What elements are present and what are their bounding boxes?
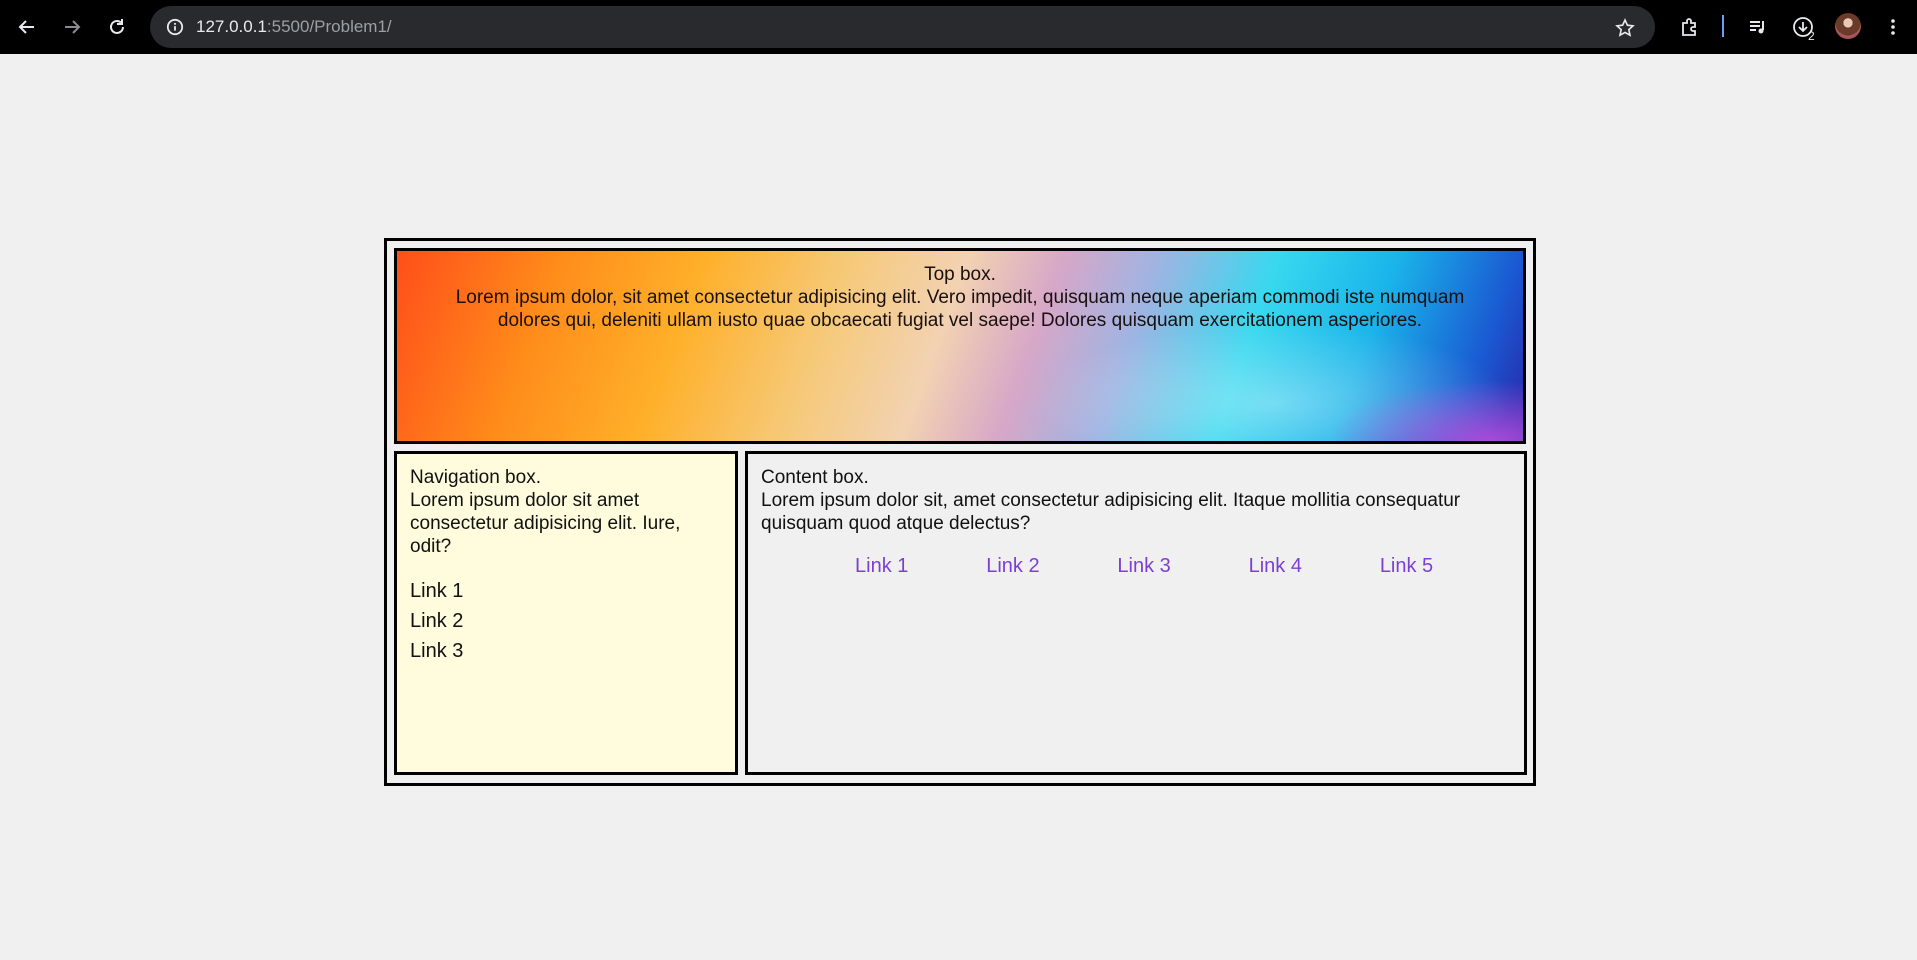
content-link-5[interactable]: Link 5 xyxy=(1380,555,1433,577)
url-text[interactable]: 127.0.0.1:5500/Problem1/ xyxy=(196,18,392,36)
nav-link-item: Link 3 xyxy=(410,636,722,666)
site-info-icon[interactable] xyxy=(162,14,188,40)
browser-toolbar: 127.0.0.1:5500/Problem1/ 2 xyxy=(0,0,1917,54)
more-menu-icon[interactable] xyxy=(1878,12,1908,42)
content-link-item: Link 2 xyxy=(986,553,1117,579)
top-box-title: Top box. xyxy=(924,264,996,285)
downloads-count-badge: 2 xyxy=(1808,29,1815,43)
content-link-3[interactable]: Link 3 xyxy=(1117,555,1170,577)
nav-link-1[interactable]: Link 1 xyxy=(410,580,463,602)
nav-link-2[interactable]: Link 2 xyxy=(410,610,463,632)
content-box-title: Content box. xyxy=(761,467,869,488)
nav-box-text: Lorem ipsum dolor sit amet consectetur a… xyxy=(410,490,681,557)
profile-avatar[interactable] xyxy=(1835,13,1861,39)
content-link-2[interactable]: Link 2 xyxy=(986,555,1039,577)
toolbar-divider xyxy=(1722,15,1724,37)
content-link-item: Link 5 xyxy=(1380,553,1511,579)
content-box-text: Lorem ipsum dolor sit, amet consectetur … xyxy=(761,490,1461,534)
media-controls-icon[interactable] xyxy=(1743,12,1773,42)
content-link-item: Link 3 xyxy=(1117,553,1248,579)
content-link-1[interactable]: Link 1 xyxy=(855,555,908,577)
top-box: Top box. Lorem ipsum dolor, sit amet con… xyxy=(394,248,1526,444)
address-bar[interactable]: 127.0.0.1:5500/Problem1/ xyxy=(150,6,1655,48)
nav-link-list: Link 1 Link 2 Link 3 xyxy=(410,576,722,666)
nav-link-item: Link 2 xyxy=(410,606,722,636)
nav-link-item: Link 1 xyxy=(410,576,722,606)
content-link-4[interactable]: Link 4 xyxy=(1249,555,1302,577)
content-link-list: Link 1 Link 2 Link 3 Link 4 Link 5 xyxy=(855,553,1511,579)
back-arrow-icon[interactable] xyxy=(9,9,45,45)
content-link-item: Link 1 xyxy=(855,553,986,579)
nav-link-3[interactable]: Link 3 xyxy=(410,640,463,662)
top-box-text: Lorem ipsum dolor, sit amet consectetur … xyxy=(455,287,1465,331)
url-host: 127.0.0.1 xyxy=(196,17,267,36)
layout-container: Top box. Lorem ipsum dolor, sit amet con… xyxy=(384,238,1536,786)
content-box: Content box. Lorem ipsum dolor sit, amet… xyxy=(745,451,1527,775)
forward-arrow-icon[interactable] xyxy=(54,9,90,45)
content-link-item: Link 4 xyxy=(1249,553,1380,579)
nav-box-title: Navigation box. xyxy=(410,467,541,488)
navigation-box: Navigation box. Lorem ipsum dolor sit am… xyxy=(394,451,738,775)
bookmark-star-icon[interactable] xyxy=(1613,16,1637,40)
url-path: :5500/Problem1/ xyxy=(266,17,392,36)
reload-icon[interactable] xyxy=(99,9,135,45)
extensions-puzzle-icon[interactable] xyxy=(1675,12,1705,42)
